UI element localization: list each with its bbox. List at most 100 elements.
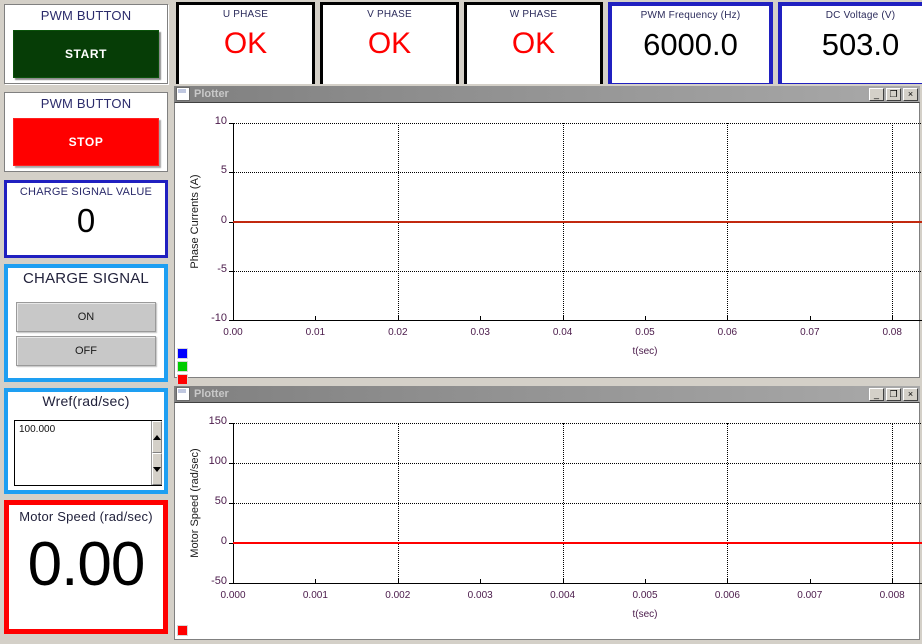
x-axis-tick — [809, 316, 811, 320]
restore-button[interactable]: ❐ — [886, 87, 901, 101]
x-axis-tick-label: 0.04 — [552, 327, 573, 338]
x-axis-tick-label: 0.07 — [800, 327, 820, 338]
status-box-dc-voltage-v: DC Voltage (V) 503.0 — [778, 2, 922, 87]
minimize-button[interactable]: _ — [869, 387, 884, 401]
plotter-1-window-buttons: _ ❐ × — [869, 87, 918, 101]
x-axis-tick — [727, 579, 729, 583]
pwm-start-button[interactable]: START — [13, 30, 159, 78]
status-box-w-phase: W PHASE OK — [464, 2, 603, 87]
status-box-u-phase: U PHASE OK — [176, 2, 315, 87]
wref-title: Wref(rad/sec) — [42, 393, 130, 409]
status-label: PWM Frequency (Hz) — [640, 10, 741, 21]
status-value: OK — [511, 27, 556, 60]
grid-line-horizontal — [233, 503, 922, 504]
motor-control-hmi: PWM BUTTON START PWM BUTTON STOP CHARGE … — [0, 0, 922, 644]
x-axis-tick-label: 0.05 — [635, 327, 655, 338]
legend-swatch[interactable] — [177, 348, 188, 359]
x-axis-line — [233, 320, 922, 321]
wref-spinner-up-button[interactable] — [152, 421, 162, 453]
x-axis-tick-label: 0.006 — [714, 590, 740, 601]
y-axis-tick-label: -50 — [211, 575, 227, 587]
series-trace — [233, 220, 922, 223]
wref-spinner-down-button[interactable] — [152, 453, 162, 485]
grid-line-horizontal — [233, 123, 922, 124]
x-axis-tick-label: 0.005 — [632, 590, 658, 601]
plotter-window-1[interactable]: Plotter _ ❐ × Phase Currents (A) -10 -5 0 5 1… — [172, 84, 922, 385]
legend-swatch[interactable] — [177, 625, 188, 636]
x-axis-tick-label: 0.000 — [220, 590, 246, 601]
charge-signal-title: CHARGE SIGNAL — [23, 270, 149, 287]
minimize-button[interactable]: _ — [869, 87, 884, 101]
close-button[interactable]: × — [903, 387, 918, 401]
y-axis-tick-label: 50 — [214, 495, 227, 507]
x-axis-tick-label: 0.02 — [388, 327, 408, 338]
y-axis-tick-label: 100 — [208, 455, 227, 467]
plotter-2-body: Motor Speed (rad/sec) -50 0 50 100 150 0.000 0.… — [174, 402, 922, 640]
status-value: OK — [367, 27, 412, 60]
series-trace — [233, 542, 922, 544]
status-label: U PHASE — [222, 9, 269, 20]
charge-signal-on-button[interactable]: ON — [16, 302, 156, 332]
x-axis-tick — [809, 579, 811, 583]
status-label: DC Voltage (V) — [825, 10, 896, 21]
x-axis-tick — [645, 579, 646, 583]
status-label: V PHASE — [367, 9, 412, 20]
y-axis-tick-label: 5 — [220, 164, 227, 177]
charge-signal-value-panel: CHARGE SIGNAL VALUE 0 — [4, 180, 168, 258]
y-axis-tick-label: 0 — [220, 535, 227, 547]
grid-line-vertical — [892, 423, 894, 583]
y-axis-tick-label: 0 — [220, 213, 227, 226]
x-axis-tick-label: 0.03 — [470, 327, 490, 338]
x-axis-tick — [562, 579, 564, 583]
close-button[interactable]: × — [903, 87, 918, 101]
wref-panel: Wref(rad/sec) — [4, 388, 168, 494]
grid-line-horizontal — [233, 463, 922, 464]
x-axis-line — [233, 583, 922, 584]
x-axis-tick — [480, 316, 482, 320]
grid-line-horizontal — [233, 270, 922, 272]
x-axis-tick-label: 0.01 — [305, 327, 326, 338]
motor-speed-panel: Motor Speed (rad/sec) 0.00 — [4, 500, 168, 634]
plotter-window-2[interactable]: Plotter _ ❐ × Motor Speed (rad/sec) -50 0 5… — [172, 384, 922, 642]
x-axis-tick-label: 0.001 — [302, 590, 328, 601]
wref-spinner[interactable] — [151, 421, 162, 485]
status-indicator-row: U PHASE OK V PHASE OK W PHASE OK PWM Frequency… — [176, 2, 922, 87]
restore-button[interactable]: ❐ — [886, 387, 901, 401]
x-axis-tick — [397, 579, 399, 583]
y-axis-tick-label: -5 — [217, 262, 227, 275]
plotter-1-titlebar[interactable]: Plotter _ ❐ × — [174, 86, 920, 102]
x-axis-tick-label: 0.007 — [797, 590, 823, 601]
motor-speed-readout: 0.00 — [27, 530, 146, 599]
plotter-2-window-buttons: _ ❐ × — [869, 387, 918, 401]
chevron-down-icon — [153, 466, 161, 472]
pwm-start-panel: PWM BUTTON START — [4, 4, 168, 84]
legend-swatch[interactable] — [177, 361, 188, 372]
plotter-1-title: Plotter — [194, 88, 229, 100]
plotter-window-icon — [176, 87, 190, 101]
plotter-2-titlebar[interactable]: Plotter _ ❐ × — [174, 386, 920, 402]
charge-signal-value-label: CHARGE SIGNAL VALUE — [19, 186, 153, 198]
grid-line-horizontal — [233, 172, 922, 174]
x-axis-tick — [892, 316, 894, 320]
pwm-start-title: PWM BUTTON — [40, 8, 132, 23]
wref-field-wrapper — [14, 420, 162, 486]
x-axis-title: t(sec) — [632, 609, 658, 620]
x-axis-tick — [562, 316, 564, 320]
x-axis-tick — [892, 579, 894, 583]
grid-line-vertical — [562, 423, 564, 583]
x-axis-tick — [645, 316, 646, 320]
charge-signal-panel: CHARGE SIGNAL ON OFF — [4, 264, 168, 382]
grid-line-horizontal — [233, 423, 922, 424]
x-axis-tick — [480, 579, 482, 583]
plotter-2-title: Plotter — [194, 388, 229, 400]
chevron-up-icon — [153, 434, 161, 440]
charge-signal-off-button[interactable]: OFF — [16, 336, 156, 366]
x-axis-tick — [315, 316, 317, 320]
y-axis-line — [233, 423, 234, 583]
phase-currents-chart: Phase Currents (A) -10 -5 0 5 10 0.00 0.01 0.02 0… — [175, 103, 922, 385]
pwm-stop-button[interactable]: STOP — [13, 118, 159, 166]
wref-input[interactable] — [15, 421, 151, 435]
status-value: 503.0 — [821, 27, 900, 62]
status-box-v-phase: V PHASE OK — [320, 2, 459, 87]
x-axis-tick-label: 0.003 — [467, 590, 493, 601]
